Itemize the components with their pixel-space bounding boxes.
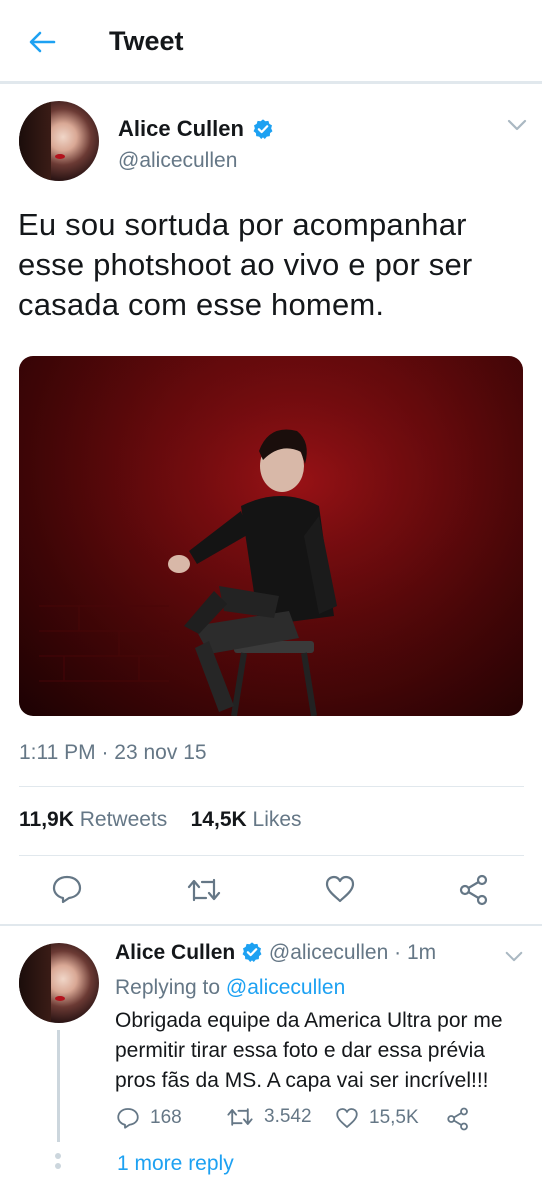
chevron-down-icon[interactable] bbox=[504, 950, 524, 963]
reply-icon bbox=[117, 1108, 139, 1129]
reply-reply-action[interactable]: 168 bbox=[116, 1106, 182, 1130]
replying-prefix: Replying to bbox=[115, 976, 221, 999]
like-icon bbox=[336, 1108, 358, 1128]
author-line: Alice Cullen bbox=[118, 116, 274, 142]
tweet-timestamp[interactable]: 1:11 PM · 23 nov 15 bbox=[19, 741, 207, 765]
author-name[interactable]: Alice Cullen bbox=[118, 116, 244, 141]
share-icon[interactable] bbox=[458, 874, 490, 906]
author-avatar[interactable] bbox=[19, 101, 99, 181]
author-handle: @alicecullen bbox=[118, 149, 238, 172]
top-bar: Tweet bbox=[0, 0, 542, 84]
replying-to: Replying to @alicecullen bbox=[115, 976, 345, 1000]
tweet-stats: 11,9K Retweets 14,5K Likes bbox=[19, 808, 302, 832]
section-divider bbox=[0, 924, 542, 926]
reply-icon[interactable] bbox=[51, 874, 83, 904]
back-arrow-icon bbox=[29, 31, 56, 53]
likes-count: 14,5K bbox=[190, 808, 247, 831]
replying-to-link[interactable]: @alicecullen bbox=[226, 976, 345, 999]
retweets-count: 11,9K bbox=[19, 808, 74, 831]
reply-retweet-action[interactable]: 3.542 bbox=[226, 1106, 312, 1128]
retweets-stat[interactable]: 11,9K Retweets bbox=[19, 808, 167, 831]
reply-avatar[interactable] bbox=[19, 943, 99, 1023]
divider bbox=[19, 855, 524, 856]
retweets-label: Retweets bbox=[79, 808, 168, 831]
more-replies-link[interactable]: 1 more reply bbox=[117, 1152, 234, 1176]
page-title: Tweet bbox=[109, 26, 184, 56]
thread-dot bbox=[55, 1153, 61, 1159]
reply-text: Obrigada equipe da America Ultra por me … bbox=[115, 1009, 503, 1092]
back-button[interactable] bbox=[22, 24, 62, 60]
verified-badge-icon bbox=[242, 942, 262, 962]
thread-dot bbox=[55, 1163, 61, 1169]
photo-illustration bbox=[19, 356, 523, 716]
reply-replies-count: 168 bbox=[150, 1107, 182, 1128]
reply-time: · 1m bbox=[394, 941, 437, 964]
reply-author-name[interactable]: Alice Cullen bbox=[115, 941, 235, 964]
reply-retweets-count: 3.542 bbox=[264, 1106, 312, 1127]
reply-likes-count: 15,5K bbox=[369, 1107, 419, 1128]
tweet-photo[interactable] bbox=[19, 356, 523, 716]
verified-badge-icon bbox=[253, 119, 273, 139]
tweet-text: Eu sou sortuda por acompanhar esse phots… bbox=[18, 207, 473, 322]
like-icon[interactable] bbox=[324, 874, 356, 904]
reply-like-action[interactable]: 15,5K bbox=[335, 1106, 419, 1130]
retweet-icon[interactable] bbox=[186, 876, 222, 904]
share-icon[interactable] bbox=[446, 1107, 470, 1131]
reply-author-line: Alice Cullen @alicecullen · 1m bbox=[115, 941, 436, 965]
reply-author-handle: @alicecullen bbox=[268, 941, 389, 964]
chevron-down-icon[interactable] bbox=[506, 118, 528, 132]
divider bbox=[19, 786, 524, 787]
likes-label: Likes bbox=[252, 808, 302, 831]
thread-line bbox=[57, 1030, 60, 1142]
retweet-icon bbox=[227, 1108, 253, 1126]
likes-stat[interactable]: 14,5K Likes bbox=[191, 808, 302, 831]
